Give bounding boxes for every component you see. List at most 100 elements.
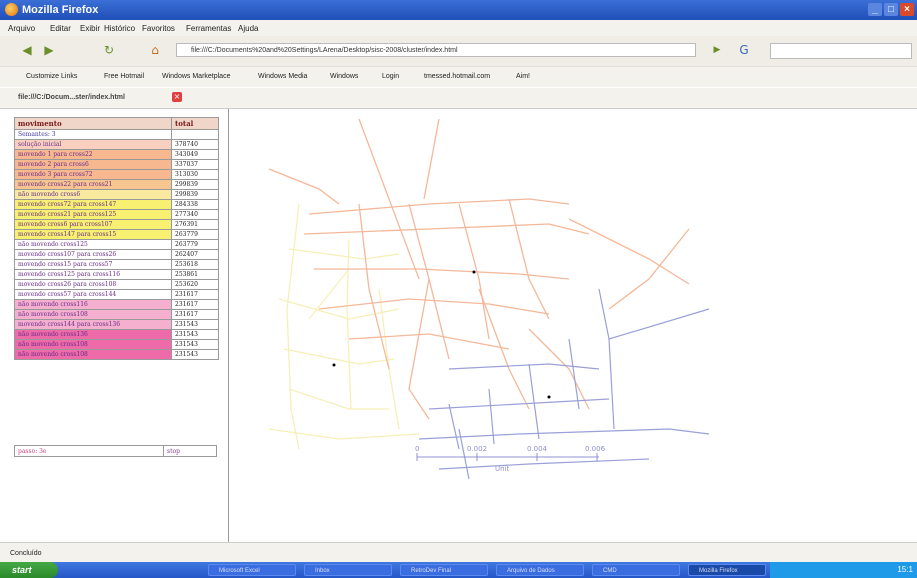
url-text: file:///C:/Documents%20and%20Settings/LA… <box>191 47 458 54</box>
map-edges-orange <box>268 118 690 420</box>
taskbar-item[interactable]: Microsoft Excel <box>208 564 296 576</box>
bookmark-windows[interactable]: Windows <box>330 73 358 80</box>
column-header-movimento: movimento <box>14 117 172 130</box>
close-window-button[interactable]: × <box>900 3 914 16</box>
movement-total: 263779 <box>171 229 219 240</box>
scale-label: 0.004 <box>527 445 548 453</box>
bookmarks-toolbar: Customize Links Free Hotmail Windows Mar… <box>0 67 917 87</box>
tab-close-icon[interactable]: × <box>172 92 182 102</box>
movement-total: 299839 <box>171 179 219 190</box>
table-row: movendo 2 para cross6 337037 <box>14 159 219 170</box>
bookmark-free-hotmail[interactable]: Free Hotmail <box>104 73 144 80</box>
movement-total: 263779 <box>171 239 219 250</box>
map-point <box>332 363 336 367</box>
table-row: não movendo cross108 231617 <box>14 309 219 320</box>
go-icon[interactable]: ▶ <box>708 42 726 58</box>
windows-taskbar: start Microsoft Excel Inbox RetroDev Fin… <box>0 562 917 578</box>
scale-label: 0.002 <box>467 445 487 453</box>
movement-label: não movendo cross108 <box>14 339 172 350</box>
movement-label: movendo cross26 para cross108 <box>14 279 172 290</box>
movement-total: 231617 <box>171 289 219 300</box>
movement-total: 231543 <box>171 319 219 330</box>
clock-text: 15:1 <box>897 565 913 574</box>
menu-favoritos[interactable]: Favoritos <box>142 24 175 33</box>
taskbar-item[interactable]: Arquivo de Dados <box>496 564 584 576</box>
menu-historico[interactable]: Histórico <box>104 24 135 33</box>
maximize-button[interactable]: □ <box>884 3 898 16</box>
forward-icon[interactable]: ▶ <box>40 42 58 58</box>
table-row: não movendo cross116 231617 <box>14 299 219 310</box>
table-row: movendo cross6 para cross107 276391 <box>14 219 219 230</box>
movement-label: movendo 2 para cross6 <box>14 159 172 170</box>
taskbar-item[interactable]: RetroDev Final <box>400 564 488 576</box>
home-icon[interactable]: ⌂ <box>146 42 164 58</box>
table-row: solução inicial 378740 <box>14 139 219 150</box>
movement-total: 231617 <box>171 309 219 320</box>
street-network-map: 0 0.002 0.004 0.006 Unit <box>268 118 710 480</box>
movement-label: movendo 1 para cross22 <box>14 149 172 160</box>
table-row: movendo cross15 para cross57 253618 <box>14 259 219 270</box>
step-field[interactable]: passo: 3e <box>14 445 164 457</box>
table-row: movendo cross107 para cross26 262407 <box>14 249 219 260</box>
menu-arquivo[interactable]: Arquivo <box>8 24 35 33</box>
address-bar[interactable]: file:///C:/Documents%20and%20Settings/LA… <box>176 43 696 57</box>
menu-ferramentas[interactable]: Ferramentas <box>186 24 231 33</box>
movement-label: não movendo cross108 <box>14 349 172 360</box>
movement-total: 231617 <box>171 299 219 310</box>
menu-ajuda[interactable]: Ajuda <box>238 24 258 33</box>
scale-label: 0 <box>415 445 419 453</box>
bookmark-login[interactable]: Login <box>382 73 399 80</box>
system-tray: 15:1 <box>770 562 917 578</box>
search-input[interactable] <box>770 43 912 59</box>
movement-panel: movimento total Semantes: 3 solução inic… <box>0 109 229 542</box>
menu-exibir[interactable]: Exibir <box>80 24 100 33</box>
window-titlebar: Mozilla Firefox _ □ × <box>0 0 917 20</box>
menu-editar[interactable]: Editar <box>50 24 71 33</box>
table-header-row: movimento total <box>14 117 219 130</box>
movement-label: movendo cross125 para cross116 <box>14 269 172 280</box>
back-icon[interactable]: ◀ <box>18 42 36 58</box>
map-edges-yellow <box>268 203 420 450</box>
control-row: passo: 3e stop <box>14 445 217 457</box>
stop-button[interactable]: stop <box>163 445 217 457</box>
bookmark-messenger[interactable]: tmessed.hotmail.com <box>424 73 490 80</box>
reload-icon[interactable]: ↻ <box>100 42 118 58</box>
movement-label: não movendo cross116 <box>14 299 172 310</box>
table-row: movendo cross26 para cross108 253620 <box>14 279 219 290</box>
map-point <box>472 270 476 274</box>
search-engine-icon[interactable]: G <box>735 42 753 58</box>
taskbar-item-active[interactable]: Mozilla Firefox <box>688 564 766 576</box>
movement-total: 284338 <box>171 199 219 210</box>
map-point <box>547 395 551 399</box>
movement-table: movimento total Semantes: 3 solução inic… <box>14 117 219 360</box>
movement-total: 253620 <box>171 279 219 290</box>
firefox-icon <box>5 3 18 16</box>
movement-total: 277340 <box>171 209 219 220</box>
tab-index[interactable]: file:///C:/Docum...ster/index.html <box>18 91 125 105</box>
minimize-button[interactable]: _ <box>868 3 882 16</box>
movement-label: movendo cross147 para cross15 <box>14 229 172 240</box>
bookmark-windows-marketplace[interactable]: Windows Marketplace <box>162 73 230 80</box>
movement-total: 378740 <box>171 139 219 150</box>
bookmark-aim[interactable]: Aim! <box>516 73 530 80</box>
bookmark-windows-media[interactable]: Windows Media <box>258 73 307 80</box>
column-header-total: total <box>171 117 219 130</box>
movement-label: movendo cross57 para cross144 <box>14 289 172 300</box>
movement-label: movendo cross15 para cross57 <box>14 259 172 270</box>
menu-bar: Arquivo Editar Exibir Histórico Favorito… <box>0 20 917 36</box>
movement-label: movendo cross107 para cross26 <box>14 249 172 260</box>
taskbar-item[interactable]: CMD <box>592 564 680 576</box>
movement-label: movendo 3 para cross72 <box>14 169 172 180</box>
movement-label: movendo cross21 para cross125 <box>14 209 172 220</box>
table-row: não movendo cross136 231543 <box>14 329 219 340</box>
status-bar: Concluído <box>0 542 917 563</box>
table-row: movendo cross57 para cross144 231617 <box>14 289 219 300</box>
map-edges-blue <box>418 288 710 480</box>
bookmark-customize-links[interactable]: Customize Links <box>26 73 77 80</box>
movement-label: não movendo cross125 <box>14 239 172 250</box>
table-row: não movendo cross6 299839 <box>14 189 219 200</box>
taskbar-item[interactable]: Inbox <box>304 564 392 576</box>
movement-total: 299839 <box>171 189 219 200</box>
start-button[interactable]: start <box>0 562 58 578</box>
movement-label: movendo cross72 para cross147 <box>14 199 172 210</box>
